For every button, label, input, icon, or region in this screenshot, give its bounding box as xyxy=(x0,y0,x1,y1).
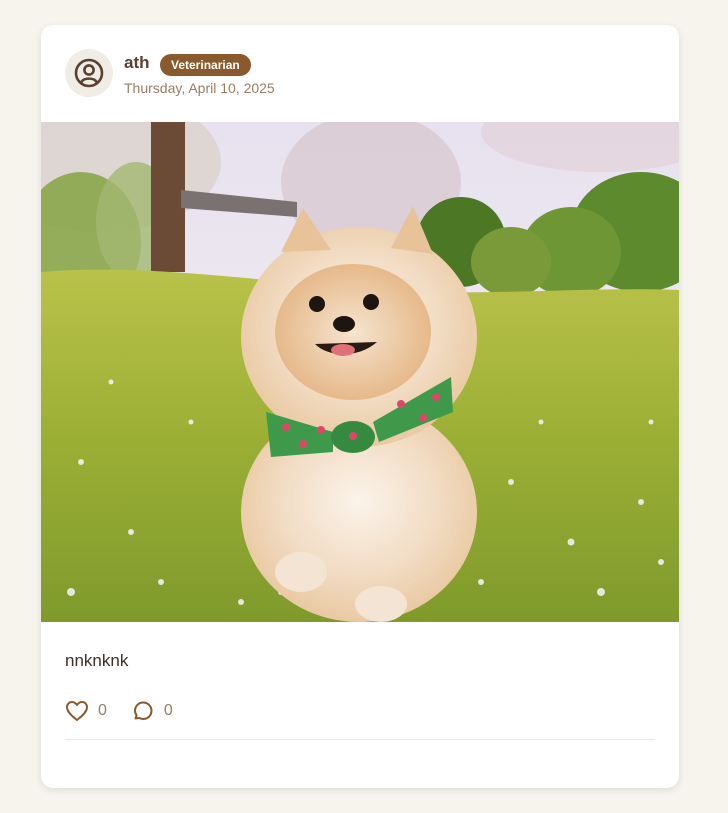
divider xyxy=(65,739,655,740)
pomeranian-photo xyxy=(41,122,679,622)
like-count: 0 xyxy=(98,702,107,719)
post-card: ath Veterinarian Thursday, April 10, 202… xyxy=(41,25,679,788)
comment-count: 0 xyxy=(163,702,173,719)
comment-bubble-icon xyxy=(133,701,153,720)
role-badge: Veterinarian xyxy=(160,54,251,76)
heart-icon xyxy=(66,701,88,721)
like-button[interactable]: 0 xyxy=(65,700,107,722)
author-name[interactable]: ath xyxy=(124,53,150,73)
post-actions: 0 0 xyxy=(65,698,173,724)
user-circle-icon xyxy=(74,58,104,88)
avatar[interactable] xyxy=(65,49,113,97)
post-date: Thursday, April 10, 2025 xyxy=(124,80,275,96)
post-caption: nnknknk xyxy=(65,651,129,670)
post-image[interactable] xyxy=(41,122,679,622)
comment-button[interactable]: 0 xyxy=(131,699,173,723)
post-header: ath Veterinarian Thursday, April 10, 202… xyxy=(41,25,679,122)
